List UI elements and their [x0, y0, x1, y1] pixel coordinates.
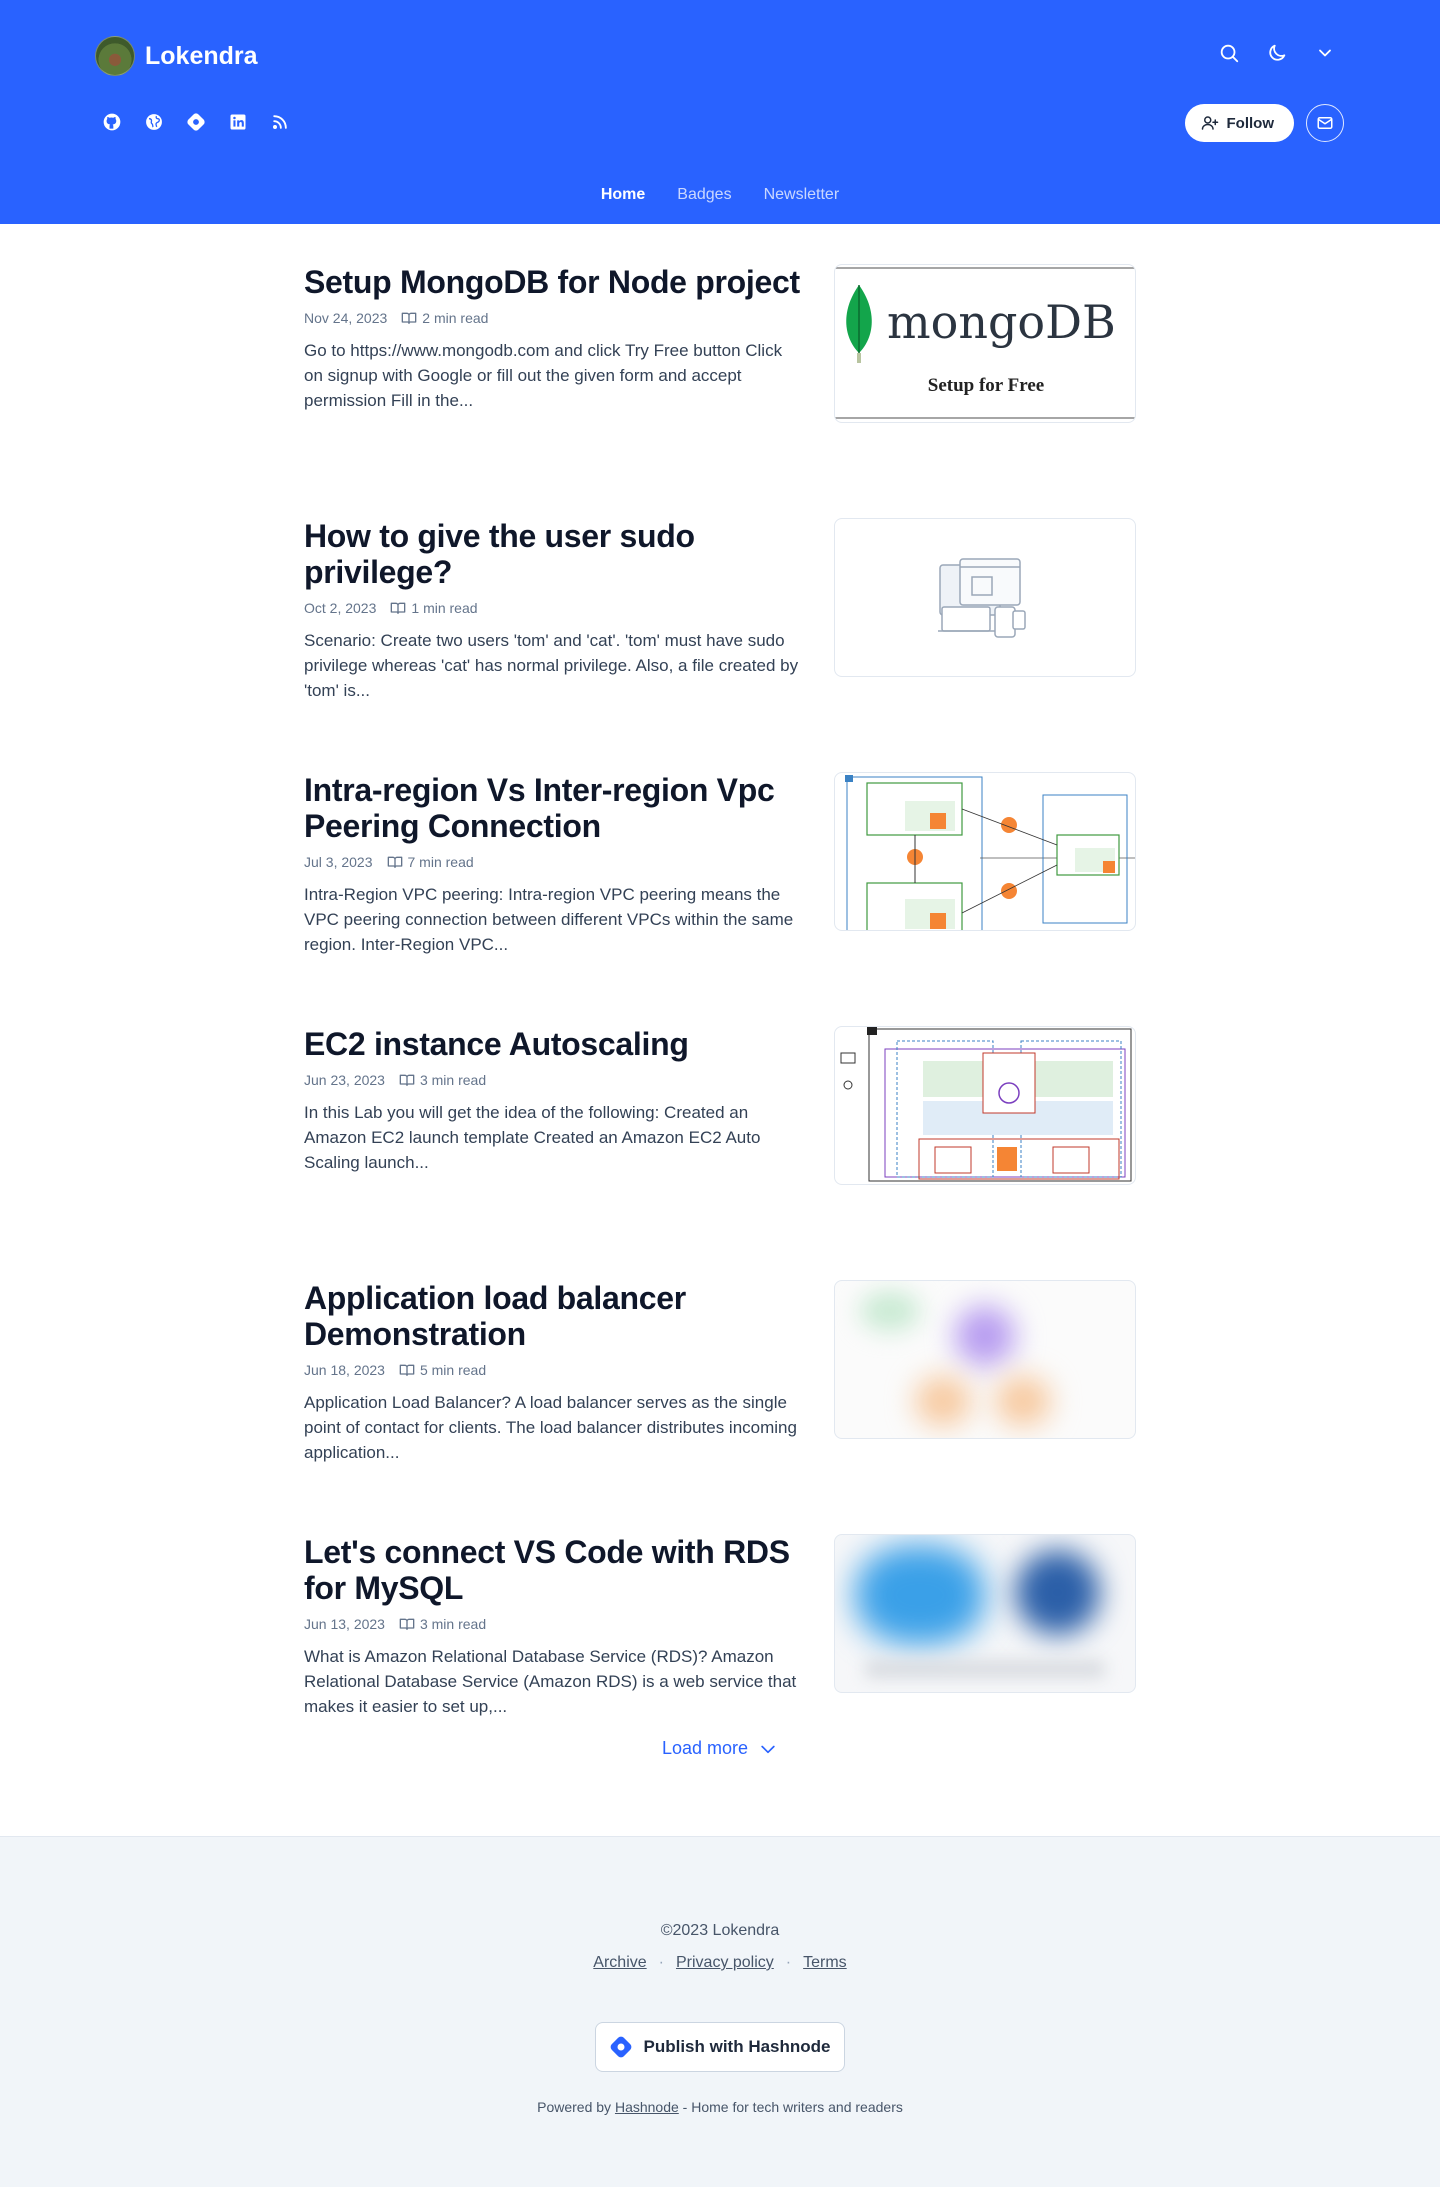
footer-links: Archive · Privacy policy · Terms — [0, 1954, 1440, 1972]
post-card[interactable]: EC2 instance Autoscaling Jun 23, 2023 3 … — [304, 1026, 1136, 1280]
post-date: Jun 23, 2023 — [304, 1072, 385, 1088]
brand[interactable]: Lokendra — [95, 36, 258, 76]
follow-label: Follow — [1226, 114, 1275, 132]
post-date: Oct 2, 2023 — [304, 600, 377, 616]
post-cover-image[interactable] — [834, 1534, 1136, 1693]
book-icon — [399, 1618, 415, 1630]
publish-with-hashnode-button[interactable]: Publish with Hashnode — [595, 2022, 845, 2072]
post-card[interactable]: Intra-region Vs Inter-region Vpc Peering… — [304, 772, 1136, 1026]
post-date: Jul 3, 2023 — [304, 854, 373, 870]
blog-nav: Home Badges Newsletter — [0, 186, 1440, 204]
nav-badges[interactable]: Badges — [677, 186, 731, 204]
nav-home[interactable]: Home — [601, 186, 645, 204]
brand-name[interactable]: Lokendra — [145, 42, 258, 71]
header-tools — [1214, 38, 1340, 68]
load-more-label: Load more — [661, 1738, 749, 1758]
hashnode-logo-icon — [611, 2036, 632, 2058]
powered-prefix: Powered by — [537, 2099, 612, 2115]
copyright-text: ©2023 Lokendra — [660, 1922, 780, 1939]
nav-newsletter[interactable]: Newsletter — [764, 186, 840, 204]
cover-text: mongoDB — [887, 295, 1116, 349]
rss-icon[interactable] — [268, 110, 292, 134]
powered-suffix: - Home for tech writers and readers — [682, 2099, 903, 2115]
post-excerpt: Intra-Region VPC peering: Intra-region V… — [304, 885, 794, 954]
post-excerpt: Application Load Balancer? A load balanc… — [304, 1393, 797, 1462]
author-avatar[interactable] — [95, 36, 135, 76]
powered-by: Powered by Hashnode - Home for tech writ… — [0, 2099, 1440, 2115]
post-title[interactable]: Setup MongoDB for Node project — [304, 264, 804, 300]
book-icon — [401, 312, 417, 324]
post-cover-image[interactable]: mongoDB Setup for Free — [834, 264, 1136, 423]
cover-subtext: Setup for Free — [927, 375, 1045, 396]
image-placeholder-icon — [938, 558, 1026, 638]
header-actions: Follow — [1184, 104, 1344, 142]
post-card[interactable]: How to give the user sudo privilege? Oct… — [304, 518, 1136, 772]
post-date: Nov 24, 2023 — [304, 310, 388, 326]
post-date: Jun 13, 2023 — [304, 1616, 385, 1632]
separator-dot: · — [785, 1954, 792, 1971]
book-icon — [399, 1364, 415, 1376]
post-date: Jun 18, 2023 — [304, 1362, 385, 1378]
post-title[interactable]: How to give the user sudo privilege? — [304, 518, 804, 590]
blog-footer: ©2023 Lokendra Archive · Privacy policy … — [0, 1836, 1440, 2187]
hashnode-link[interactable]: Hashnode — [615, 2099, 679, 2115]
post-cover-image[interactable] — [834, 772, 1136, 931]
read-time: 1 min read — [411, 600, 478, 616]
post-title[interactable]: Let's connect VS Code with RDS for MySQL — [304, 1534, 804, 1606]
post-excerpt: What is Amazon Relational Database Servi… — [304, 1647, 797, 1716]
publish-label: Publish with Hashnode — [643, 2037, 831, 2056]
chevron-down-icon[interactable] — [1310, 38, 1340, 68]
privacy-policy-link[interactable]: Privacy policy — [676, 1954, 774, 1972]
post-excerpt: Scenario: Create two users 'tom' and 'ca… — [304, 631, 799, 700]
read-time: 7 min read — [407, 854, 474, 870]
post-cover-image[interactable] — [834, 1280, 1136, 1439]
terms-link[interactable]: Terms — [803, 1954, 847, 1972]
book-icon — [399, 1074, 415, 1086]
post-card[interactable]: Setup MongoDB for Node project Nov 24, 2… — [304, 264, 1136, 518]
read-time: 5 min read — [419, 1362, 487, 1378]
post-excerpt: Go to https://www.mongodb.com and click … — [304, 341, 783, 410]
blog-header: Lokendra Follow Home Badges Newsletter — [0, 0, 1440, 224]
linkedin-icon[interactable] — [226, 110, 250, 134]
post-title[interactable]: Intra-region Vs Inter-region Vpc Peering… — [304, 772, 804, 844]
post-card[interactable]: Application load balancer Demonstration … — [304, 1280, 1136, 1534]
read-time: 3 min read — [419, 1072, 487, 1088]
book-icon — [387, 856, 402, 868]
post-list: Setup MongoDB for Node project Nov 24, 2… — [304, 264, 1136, 1788]
post-title[interactable]: EC2 instance Autoscaling — [304, 1026, 804, 1062]
github-icon[interactable] — [100, 110, 124, 134]
post-excerpt: In this Lab you will get the idea of the… — [304, 1103, 761, 1172]
search-icon[interactable] — [1214, 38, 1244, 68]
social-links — [100, 110, 292, 134]
globe-icon[interactable] — [142, 110, 166, 134]
chevron-down-icon — [761, 1745, 775, 1753]
separator-dot: · — [658, 1954, 664, 1971]
moon-icon[interactable] — [1262, 38, 1292, 68]
book-icon — [391, 602, 406, 614]
mail-icon — [1317, 117, 1333, 129]
user-plus-icon — [1201, 116, 1218, 130]
post-cover-image[interactable] — [834, 1026, 1136, 1185]
post-cover-placeholder[interactable] — [834, 518, 1136, 677]
load-more-button[interactable]: Load more — [0, 1738, 1440, 1759]
read-time: 2 min read — [422, 310, 489, 326]
hashnode-icon[interactable] — [184, 110, 208, 134]
post-title[interactable]: Application load balancer Demonstration — [304, 1280, 804, 1352]
read-time: 3 min read — [419, 1616, 487, 1632]
newsletter-button[interactable] — [1306, 104, 1344, 142]
follow-button[interactable]: Follow — [1184, 104, 1294, 142]
archive-link[interactable]: Archive — [593, 1954, 646, 1972]
